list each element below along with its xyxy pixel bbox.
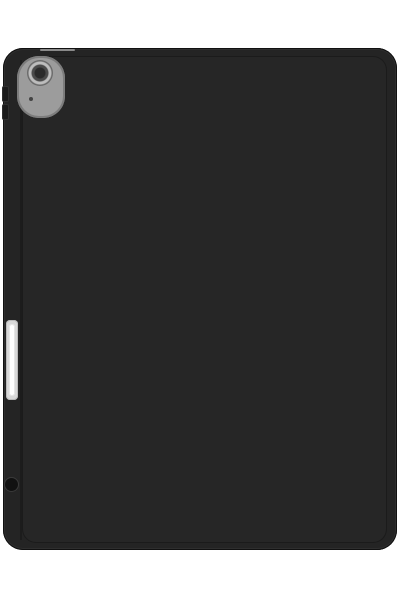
product-photo (0, 0, 400, 600)
cover-seam (20, 60, 22, 540)
volume-up-button (2, 86, 9, 102)
back-cover-panel (22, 56, 387, 543)
port-cutout (5, 478, 18, 491)
camera-icon (27, 60, 53, 86)
microphone-dot (29, 97, 33, 101)
stylus-pencil (9, 324, 15, 396)
volume-down-button (2, 104, 9, 120)
top-edge-highlight (40, 49, 75, 51)
